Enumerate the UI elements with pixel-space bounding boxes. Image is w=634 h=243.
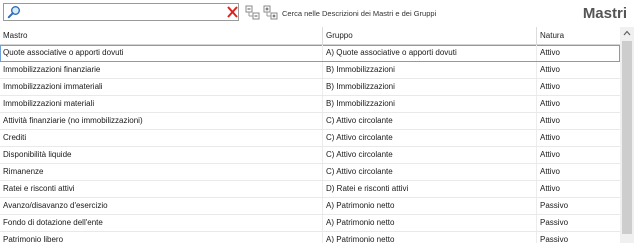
cell-mastro: Immobilizzazioni materiali — [3, 99, 95, 108]
cell-gruppo: B) Immobilizzazioni — [322, 96, 536, 112]
search-input[interactable] — [24, 4, 220, 20]
vertical-scrollbar[interactable] — [620, 27, 634, 243]
cell-natura: Attivo — [536, 130, 620, 146]
chevron-up-icon[interactable] — [620, 27, 634, 39]
cell-gruppo: A) Patrimonio netto — [322, 232, 536, 243]
cell-mastro: Disponibilità liquide — [3, 150, 72, 159]
collapse-all-icon[interactable] — [245, 5, 260, 20]
expand-all-icon[interactable] — [263, 5, 278, 20]
table-row[interactable]: Avanzo/disavanzo d'esercizio A) Patrimoni… — [0, 198, 620, 215]
cell-mastro: Avanzo/disavanzo d'esercizio — [3, 201, 108, 210]
table-row[interactable]: Quote associative o apporti dovuti A) Quo… — [0, 45, 620, 62]
table-row[interactable]: Crediti C) Attivo circolante Attivo — [0, 130, 620, 147]
cell-mastro: Attività finanziarie (no immobilizzazion… — [3, 116, 143, 125]
cell-natura: Passivo — [536, 198, 620, 214]
cell-gruppo: C) Attivo circolante — [322, 147, 536, 163]
table-header: Mastro Gruppo Natura — [0, 27, 620, 45]
search-description: Cerca nelle Descrizioni dei Mastri e dei… — [282, 9, 437, 18]
table-body: Quote associative o apporti dovuti A) Quo… — [0, 45, 620, 243]
table-row[interactable]: Immobilizzazioni finanziarie B) Immobiliz… — [0, 62, 620, 79]
toolbar: Cerca nelle Descrizioni dei Mastri e dei… — [0, 0, 634, 26]
table-row[interactable]: Fondo di dotazione dell'ente A) Patrimoni… — [0, 215, 620, 232]
cell-mastro: Immobilizzazioni finanziarie — [3, 65, 101, 74]
cell-natura: Attivo — [536, 62, 620, 78]
scrollbar-thumb[interactable] — [622, 41, 632, 234]
table-row[interactable]: Immobilizzazioni immateriali B) Immobiliz… — [0, 79, 620, 96]
cell-gruppo: A) Patrimonio netto — [322, 198, 536, 214]
search-box[interactable] — [3, 3, 239, 21]
cell-gruppo: D) Ratei e risconti attivi — [322, 181, 536, 197]
cell-natura: Attivo — [536, 79, 620, 95]
cell-natura: Attivo — [536, 45, 620, 61]
column-header-natura[interactable]: Natura — [536, 27, 620, 44]
cell-natura: Attivo — [536, 113, 620, 129]
table-row[interactable]: Attività finanziarie (no immobilizzazion… — [0, 113, 620, 130]
cell-natura: Attivo — [536, 181, 620, 197]
cell-gruppo: B) Immobilizzazioni — [322, 62, 536, 78]
cell-gruppo: A) Patrimonio netto — [322, 215, 536, 231]
column-header-mastro[interactable]: Mastro — [0, 27, 322, 44]
cell-gruppo: A) Quote associative o apporti dovuti — [322, 45, 536, 61]
table-row[interactable]: Ratei e risconti attivi D) Ratei e riscon… — [0, 181, 620, 198]
page-title: Mastri — [582, 5, 627, 22]
cell-natura: Attivo — [536, 147, 620, 163]
cell-natura: Passivo — [536, 215, 620, 231]
table-row[interactable]: Rimanenze C) Attivo circolante Attivo — [0, 164, 620, 181]
cell-mastro: Ratei e risconti attivi — [3, 184, 75, 193]
cell-mastro: Immobilizzazioni immateriali — [3, 82, 103, 91]
mastri-grid: Mastro Gruppo Natura Quote associative o… — [0, 27, 620, 243]
cell-mastro: Quote associative o apporti dovuti — [3, 48, 124, 57]
cell-gruppo: B) Immobilizzazioni — [322, 79, 536, 95]
close-icon[interactable] — [226, 5, 239, 19]
cell-gruppo: C) Attivo circolante — [322, 130, 536, 146]
table-row[interactable]: Patrimonio libero A) Patrimonio netto Pass… — [0, 232, 620, 243]
cell-natura: Passivo — [536, 232, 620, 243]
cell-gruppo: C) Attivo circolante — [322, 113, 536, 129]
table-row[interactable]: Immobilizzazioni materiali B) Immobilizza… — [0, 96, 620, 113]
cell-mastro: Fondo di dotazione dell'ente — [3, 218, 103, 227]
search-icon — [7, 6, 20, 19]
cell-mastro: Crediti — [3, 133, 27, 142]
cell-mastro: Rimanenze — [3, 167, 44, 176]
cell-natura: Attivo — [536, 96, 620, 112]
cell-gruppo: C) Attivo circolante — [322, 164, 536, 180]
table-row[interactable]: Disponibilità liquide C) Attivo circolant… — [0, 147, 620, 164]
column-header-gruppo[interactable]: Gruppo — [322, 27, 536, 44]
cell-natura: Attivo — [536, 164, 620, 180]
cell-mastro: Patrimonio libero — [3, 235, 64, 243]
